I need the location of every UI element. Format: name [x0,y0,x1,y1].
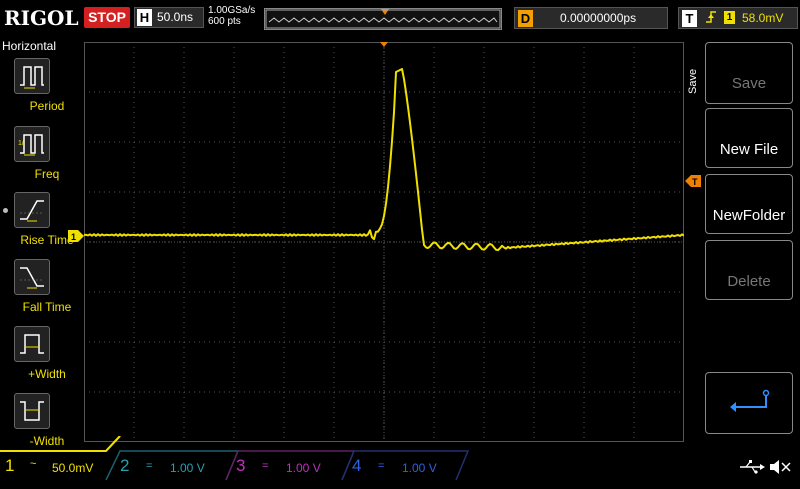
ch1-coupling-icon: ~ [30,458,37,470]
rise-time-button[interactable]: Rise Time [14,192,74,247]
rise-time-icon [20,200,44,222]
ch2-coupling-icon: = [146,460,153,472]
freq-button[interactable]: 1/ Freq [14,126,59,181]
fall-time-label: Fall Time [22,300,72,314]
delete-button[interactable]: Delete [705,240,793,300]
period-icon [20,66,44,89]
frequency-icon: 1/ [18,134,44,156]
new-file-button[interactable]: New File [705,108,793,168]
positive-width-button[interactable]: +Width [14,326,66,381]
svg-text:1/: 1/ [18,140,24,147]
negative-width-button[interactable]: -Width [14,393,64,448]
fall-time-icon [20,267,44,289]
positive-width-label: +Width [28,367,66,381]
memory-overview-bar[interactable] [264,8,502,30]
memory-waveform-icon [265,9,501,29]
trigger-position-marker-icon [380,42,388,47]
rising-edge-icon [704,9,718,28]
ch4-scale: 1.00 V [402,461,437,475]
fall-time-button[interactable]: Fall Time [14,259,71,314]
freq-label: Freq [34,167,60,181]
ch3-coupling-icon: = [262,460,269,472]
new-folder-button[interactable]: NewFolder [705,174,793,234]
status-icons [740,460,791,474]
delay-value: 0.00000000ps [560,11,637,25]
page-indicator-dot [3,208,8,213]
save-button[interactable]: Save [705,42,793,104]
ch3-scale: 1.00 V [286,461,321,475]
trigger-level-value: 58.0mV [742,11,784,25]
rigol-logo: RIGOL [4,6,79,30]
save-menu-tab-label: Save [687,69,699,94]
ch2-scale: 1.00 V [170,461,205,475]
horizontal-label: H [137,9,152,26]
delay-label: D [518,10,533,27]
acquisition-info: 1.00GSa/s 600 pts [208,5,255,27]
trigger-source-badge: 1 [724,11,735,24]
return-arrow-icon [730,389,770,412]
ch1-level-marker-label: 1 [71,232,76,242]
mute-speaker-icon [770,460,791,474]
save-menu-tab[interactable]: Save [686,40,700,100]
negative-width-icon [20,401,44,421]
trigger-level-marker-icon[interactable]: T [685,175,701,187]
run-stop-status[interactable]: STOP [84,7,130,28]
period-label: Period [29,99,65,113]
trigger-label: T [682,10,697,27]
trigger-level-marker-label: T [692,177,698,187]
usb-icon [740,460,765,474]
return-button[interactable] [705,372,793,434]
waveform-display[interactable] [84,42,684,442]
ch1-level-marker-icon[interactable]: 1 [68,230,84,242]
period-button[interactable]: Period [14,58,64,113]
timebase-value: 50.0ns [157,10,194,24]
positive-width-icon [20,334,44,354]
channel-tabs [0,436,470,480]
ch4-coupling-icon: = [378,460,385,472]
sample-rate: 1.00GSa/s [208,5,256,16]
left-menu-title: Horizontal [2,39,57,53]
memory-depth: 600 pts [208,16,241,27]
ch1-scale: 50.0mV [52,461,94,475]
